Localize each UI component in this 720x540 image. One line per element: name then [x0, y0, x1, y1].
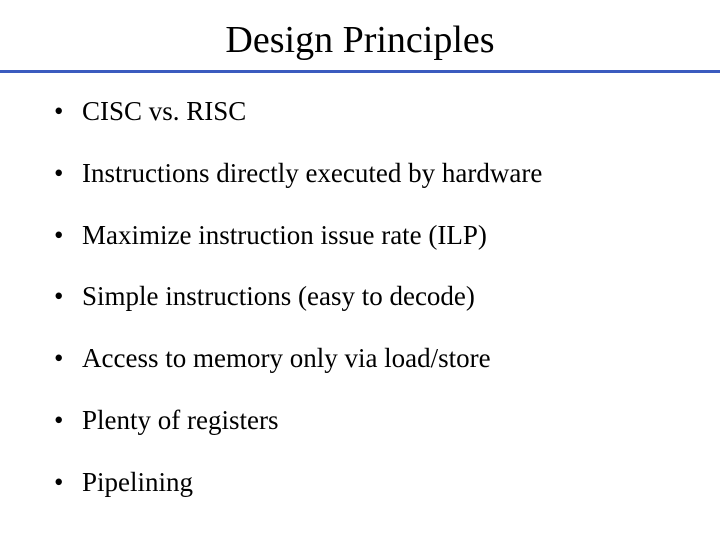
list-item: Plenty of registers: [54, 404, 690, 438]
list-item: Maximize instruction issue rate (ILP): [54, 219, 690, 253]
list-item: Simple instructions (easy to decode): [54, 280, 690, 314]
list-item: Pipelining: [54, 466, 690, 500]
slide-title: Design Principles: [30, 18, 690, 62]
list-item: CISC vs. RISC: [54, 95, 690, 129]
title-underline: [0, 70, 720, 73]
list-item: Instructions directly executed by hardwa…: [54, 157, 690, 191]
list-item: Access to memory only via load/store: [54, 342, 690, 376]
slide: Design Principles CISC vs. RISC Instruct…: [0, 0, 720, 540]
bullet-list: CISC vs. RISC Instructions directly exec…: [30, 95, 690, 499]
